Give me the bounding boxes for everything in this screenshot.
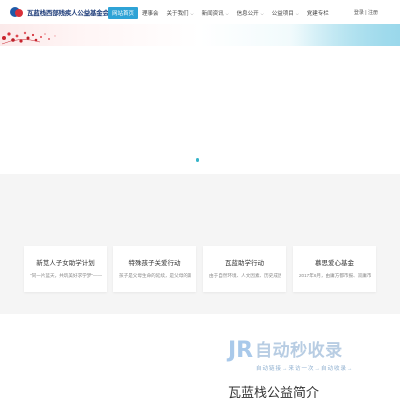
site-logo[interactable]: 瓦蓝栈西部残疾人公益基金会 bbox=[10, 6, 109, 18]
card-description: 2017年6月，由庸方都市报、双庸市... bbox=[299, 273, 371, 278]
card-title: 新苋人子女助学计划 bbox=[36, 260, 95, 267]
slider-indicator-dot[interactable] bbox=[196, 158, 199, 162]
card-description: 孩子是父母生命的延续，是父母的期... bbox=[119, 273, 191, 278]
nav-label: 党建专栏 bbox=[306, 11, 329, 17]
nav-label: 理事会 bbox=[142, 11, 159, 17]
auth-separator: | bbox=[365, 10, 367, 16]
nav-label: 新闻资讯 bbox=[201, 11, 224, 17]
chevron-down-icon: ⌵ bbox=[260, 10, 264, 16]
nav-item-party[interactable]: 党建专栏 bbox=[303, 7, 333, 19]
project-card[interactable]: 特殊孩子关爱行动 孩子是父母生命的延续，是父母的期... bbox=[113, 246, 196, 292]
watermark-title: 自动秒收录 bbox=[255, 341, 343, 360]
watermark-logo: JR 自动秒收录 bbox=[228, 340, 343, 362]
project-card[interactable]: 慕思爱心基金 2017年6月，由庸方都市报、双庸市... bbox=[293, 246, 376, 292]
banner-gradient bbox=[290, 24, 400, 46]
nav-label: 网站首页 bbox=[112, 11, 135, 17]
nav-item-news[interactable]: 新闻资讯 ⌵ bbox=[198, 7, 233, 19]
flower-petals-decoration bbox=[1, 31, 56, 45]
project-card[interactable]: 新苋人子女助学计划 "同一片蓝天，共筑美好求学梦"——... bbox=[24, 246, 107, 292]
card-title: 慕思爱心基金 bbox=[315, 260, 354, 267]
logo-text: 瓦蓝栈西部残疾人公益基金会 bbox=[27, 10, 109, 17]
project-card[interactable]: 瓦蓝助学行动 由于自然环境、人文因素、历史成因... bbox=[203, 246, 286, 292]
register-link[interactable]: 注册 bbox=[368, 10, 378, 16]
card-description: 由于自然环境、人文因素、历史成因... bbox=[209, 273, 281, 278]
intro-heading: 瓦蓝栈公益简介 bbox=[228, 385, 320, 400]
hero-slider bbox=[0, 46, 400, 174]
banner-strip bbox=[0, 24, 400, 46]
main-nav: 网站首页 理事会 关于我们 ⌵ 新闻资讯 ⌵ 信息公开 ⌵ 公益项目 ⌵ 党建专… bbox=[108, 7, 333, 19]
watermark-icon: JR bbox=[228, 338, 254, 363]
nav-item-home[interactable]: 网站首页 bbox=[108, 7, 139, 19]
chevron-down-icon: ⌵ bbox=[295, 10, 299, 16]
nav-item-council[interactable]: 理事会 bbox=[138, 7, 163, 19]
auth-links: 登录 | 注册 bbox=[354, 9, 378, 16]
watermark-subtitle: 自动链接→来访一次→自动收录→ bbox=[256, 366, 354, 372]
chevron-down-icon: ⌵ bbox=[190, 10, 194, 16]
card-title: 瓦蓝助学行动 bbox=[225, 260, 264, 267]
nav-label: 信息公开 bbox=[236, 11, 259, 17]
card-description: "同一片蓝天，共筑美好求学梦"——... bbox=[30, 273, 102, 278]
card-title: 特殊孩子关爱行动 bbox=[128, 260, 181, 267]
nav-label: 关于我们 bbox=[166, 11, 189, 17]
nav-label: 公益项目 bbox=[271, 11, 294, 17]
watermark: JR 自动秒收录 自动链接→来访一次→自动收录→ bbox=[228, 338, 388, 378]
foundation-logo-icon bbox=[10, 7, 24, 17]
login-link[interactable]: 登录 bbox=[354, 10, 364, 16]
chevron-down-icon: ⌵ bbox=[225, 10, 229, 16]
projects-section: 新苋人子女助学计划 "同一片蓝天，共筑美好求学梦"——... 特殊孩子关爱行动 … bbox=[0, 174, 400, 314]
nav-item-disclosure[interactable]: 信息公开 ⌵ bbox=[233, 7, 268, 19]
site-header: 瓦蓝栈西部残疾人公益基金会 网站首页 理事会 关于我们 ⌵ 新闻资讯 ⌵ 信息公… bbox=[0, 0, 400, 24]
nav-item-projects[interactable]: 公益项目 ⌵ bbox=[268, 7, 303, 19]
nav-item-about[interactable]: 关于我们 ⌵ bbox=[163, 7, 198, 19]
